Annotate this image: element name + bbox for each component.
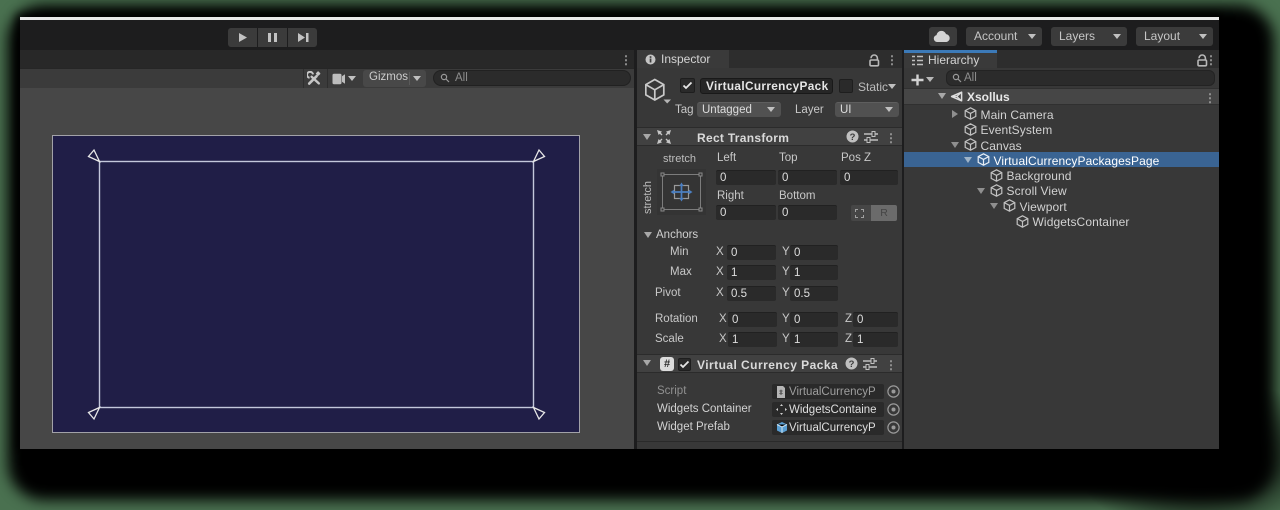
svg-text:?: ? xyxy=(849,359,855,370)
svg-text:?: ? xyxy=(850,132,856,143)
